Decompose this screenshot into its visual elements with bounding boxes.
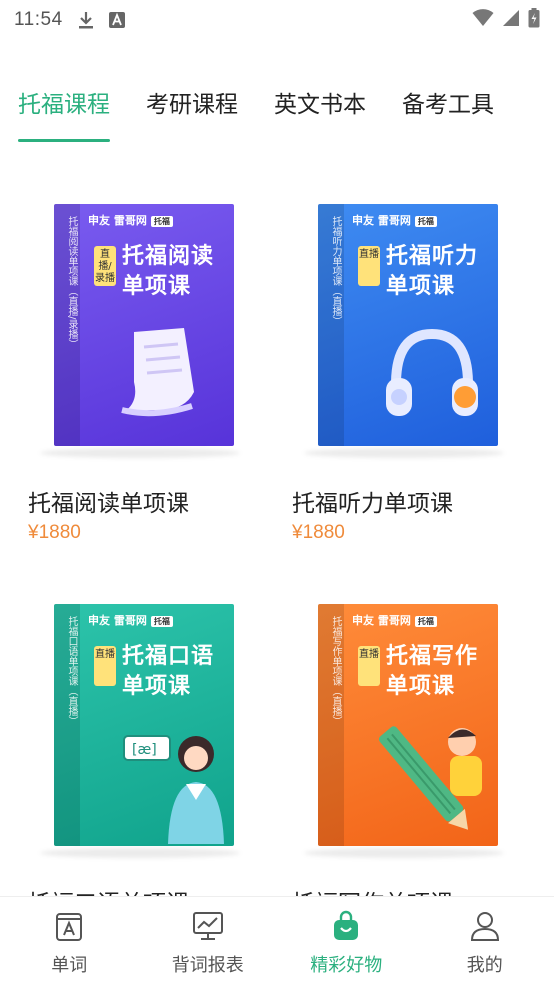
app-screen: 11:54 托福课程 考研课程 英文书本 备考工具 托福阅读单项课（直播/录播）…	[0, 0, 554, 984]
report-chart-icon	[191, 909, 225, 943]
book-box: 托福口语单项课（直播） 申友 雷哥网 托福 直播 托福口语 单项课 [æ]	[54, 604, 234, 846]
book-box: 托福听力单项课（直播） 申友 雷哥网 托福 直播 托福听力 单项课	[318, 204, 498, 446]
battery-icon	[528, 8, 540, 32]
tab-postgraduate-courses[interactable]: 考研课程	[146, 80, 238, 130]
cover-title: 托福口语 单项课	[122, 644, 215, 699]
nav-label: 单词	[51, 955, 88, 976]
product-name[interactable]: 托福听力单项课	[292, 484, 453, 518]
word-book-icon	[52, 909, 86, 943]
book-box: 托福阅读单项课（直播/录播） 申友 雷哥网 托福 直播/录播 托福阅读 单项课	[54, 204, 234, 446]
book-spine-text: 托福写作单项课（直播）	[330, 616, 341, 726]
shopping-bag-icon	[329, 909, 363, 943]
teacher-illustration: [æ]	[123, 735, 224, 844]
nav-item-word-report[interactable]: 背词报表	[139, 897, 278, 984]
brand-logo: 申友 雷哥网 托福	[352, 212, 437, 228]
pencil-boy-illustration	[378, 726, 482, 830]
live-badge: 直播	[358, 246, 380, 286]
paper-scroll-illustration	[121, 328, 194, 417]
nav-label: 背词报表	[171, 955, 244, 976]
product-price: ¥1880	[28, 522, 81, 543]
wifi-icon	[472, 9, 494, 31]
book-box: 托福写作单项课（直播） 申友 雷哥网 托福 直播 托福写作 单项课	[318, 604, 498, 846]
nav-label: 我的	[466, 955, 503, 976]
nav-label: 精彩好物	[310, 955, 383, 976]
bottom-navigation: 单词 背词报表 精彩好物 我的	[0, 896, 554, 984]
tab-english-books[interactable]: 英文书本	[274, 80, 366, 130]
book-spine-text: 托福听力单项课（直播）	[330, 216, 341, 326]
nav-item-words[interactable]: 单词	[0, 897, 139, 984]
signal-icon	[502, 9, 520, 31]
person-icon	[468, 909, 502, 943]
status-bar: 11:54	[0, 0, 554, 40]
brand-logo: 申友 雷哥网 托福	[88, 212, 173, 228]
brand-logo: 申友 雷哥网 托福	[88, 612, 173, 628]
a-box-icon	[108, 12, 125, 28]
cover-title: 托福听力 单项课	[386, 244, 479, 299]
product-name[interactable]: 托福阅读单项课	[28, 484, 189, 518]
nav-item-me[interactable]: 我的	[416, 897, 554, 984]
cover-title: 托福写作 单项课	[386, 644, 479, 699]
live-badge: 直播/录播	[94, 246, 116, 286]
live-badge: 直播	[94, 646, 116, 686]
status-right-cluster	[472, 8, 540, 32]
download-icon	[77, 10, 95, 30]
book-spine-text: 托福阅读单项课（直播/录播）	[66, 216, 77, 350]
svg-text:[æ]: [æ]	[132, 742, 157, 758]
course-category-tabs: 托福课程 考研课程 英文书本 备考工具	[0, 80, 554, 144]
product-cover-image: 托福写作单项课（直播） 申友 雷哥网 托福 直播 托福写作 单项课	[292, 590, 506, 858]
book-spine-text: 托福口语单项课（直播）	[66, 616, 77, 726]
product-cover-image: 托福阅读单项课（直播/录播） 申友 雷哥网 托福 直播/录播 托福阅读 单项课	[28, 190, 242, 458]
tab-toefl-courses[interactable]: 托福课程	[18, 80, 110, 142]
live-badge: 直播	[358, 646, 380, 686]
product-cover-image: 托福口语单项课（直播） 申友 雷哥网 托福 直播 托福口语 单项课 [æ]	[28, 590, 242, 858]
cover-title: 托福阅读 单项课	[122, 244, 215, 299]
status-time: 11:54	[14, 9, 63, 30]
brand-logo: 申友 雷哥网 托福	[352, 612, 437, 628]
nav-item-goods[interactable]: 精彩好物	[277, 897, 416, 984]
product-cover-image: 托福听力单项课（直播） 申友 雷哥网 托福 直播 托福听力 单项课	[292, 190, 506, 458]
product-price: ¥1880	[292, 522, 345, 543]
headphones-illustration	[386, 328, 478, 416]
tab-exam-tools[interactable]: 备考工具	[402, 80, 494, 130]
